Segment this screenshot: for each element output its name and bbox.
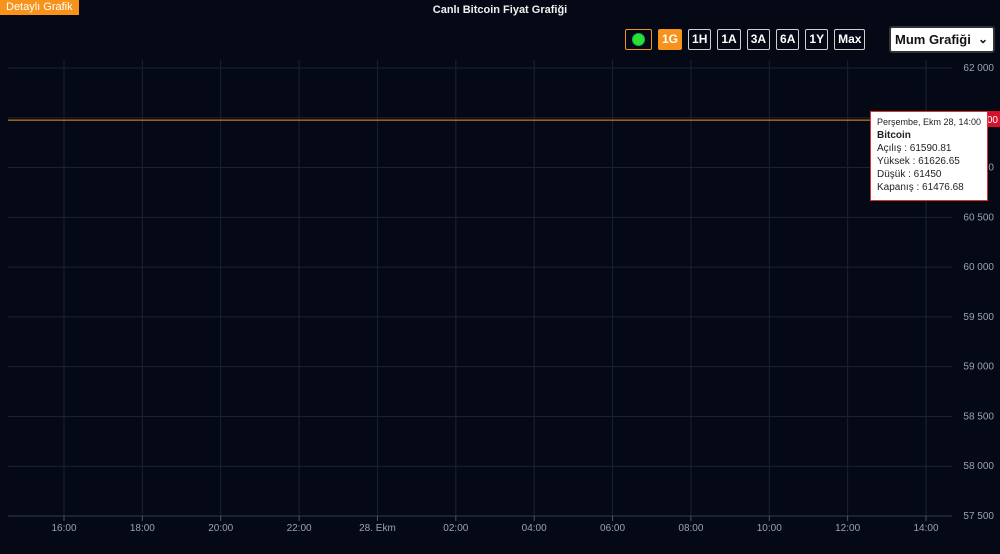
x-tick-label: 02:00: [443, 523, 468, 534]
chart-type-select[interactable]: Mum Grafiği ⌄: [889, 26, 995, 53]
x-tick-label: 18:00: [130, 523, 155, 534]
tooltip-close: Kapanış : 61476.68: [877, 182, 964, 193]
range-button-1h[interactable]: 1H: [688, 29, 712, 50]
y-tick-label: 58 000: [963, 461, 994, 472]
y-tick-label: 60 000: [963, 262, 994, 273]
price-tooltip: Perşembe, Ekm 28, 14:00 Bitcoin Açılış :…: [870, 111, 988, 201]
range-button-6a[interactable]: 6A: [776, 29, 800, 50]
range-button-max[interactable]: Max: [834, 29, 866, 50]
y-tick-label: 60 500: [963, 212, 994, 223]
y-tick-label: 59 000: [963, 362, 994, 373]
range-button-1g[interactable]: 1G: [658, 29, 683, 50]
x-tick-label: 08:00: [678, 523, 703, 534]
x-tick-label: 12:00: [835, 523, 860, 534]
tooltip-low: Düşük : 61450: [877, 169, 942, 180]
tooltip-high: Yüksek : 61626.65: [877, 156, 960, 167]
live-indicator-icon: [632, 33, 645, 46]
tooltip-series: Bitcoin: [877, 130, 911, 141]
x-tick-label: 04:00: [522, 523, 547, 534]
candlestick-chart[interactable]: 57 500 58 000 58 500 59 000 59 500 60 000 60 5…: [0, 0, 1000, 554]
x-tick-label: 16:00: [51, 523, 76, 534]
x-tick-label: 20:00: [208, 523, 233, 534]
range-selector: 1G 1H 1A 3A 6A 1Y Max: [625, 29, 866, 50]
x-tick-label: 14:00: [913, 523, 938, 534]
live-toggle-button[interactable]: [625, 29, 652, 50]
tooltip-date: Perşembe, Ekm 28, 14:00: [877, 117, 982, 127]
chart-title: Canlı Bitcoin Fiyat Grafiği: [432, 4, 568, 16]
x-tick-label: 10:00: [757, 523, 782, 534]
x-tick-label: 28. Ekm: [359, 523, 396, 534]
range-button-1a[interactable]: 1A: [717, 29, 741, 50]
range-button-1y[interactable]: 1Y: [805, 29, 829, 50]
chart-grid: [8, 60, 952, 517]
range-button-3a[interactable]: 3A: [746, 29, 771, 50]
y-tick-label: 59 500: [963, 312, 994, 323]
y-tick-label: 62 000: [963, 63, 994, 74]
tooltip-open: Açılış : 61590.81: [877, 143, 952, 154]
x-tick-label: 06:00: [600, 523, 625, 534]
chevron-down-icon: ⌄: [977, 32, 988, 46]
x-tick-label: 22:00: [287, 523, 312, 534]
y-tick-label: 57 500: [963, 511, 994, 522]
x-axis: 16:00 18:00 20:00 22:00 28. Ekm 02:00 04:00 06:…: [51, 516, 939, 534]
y-tick-label: 58 500: [963, 411, 994, 422]
chart-type-value: Mum Grafiği: [895, 32, 971, 47]
